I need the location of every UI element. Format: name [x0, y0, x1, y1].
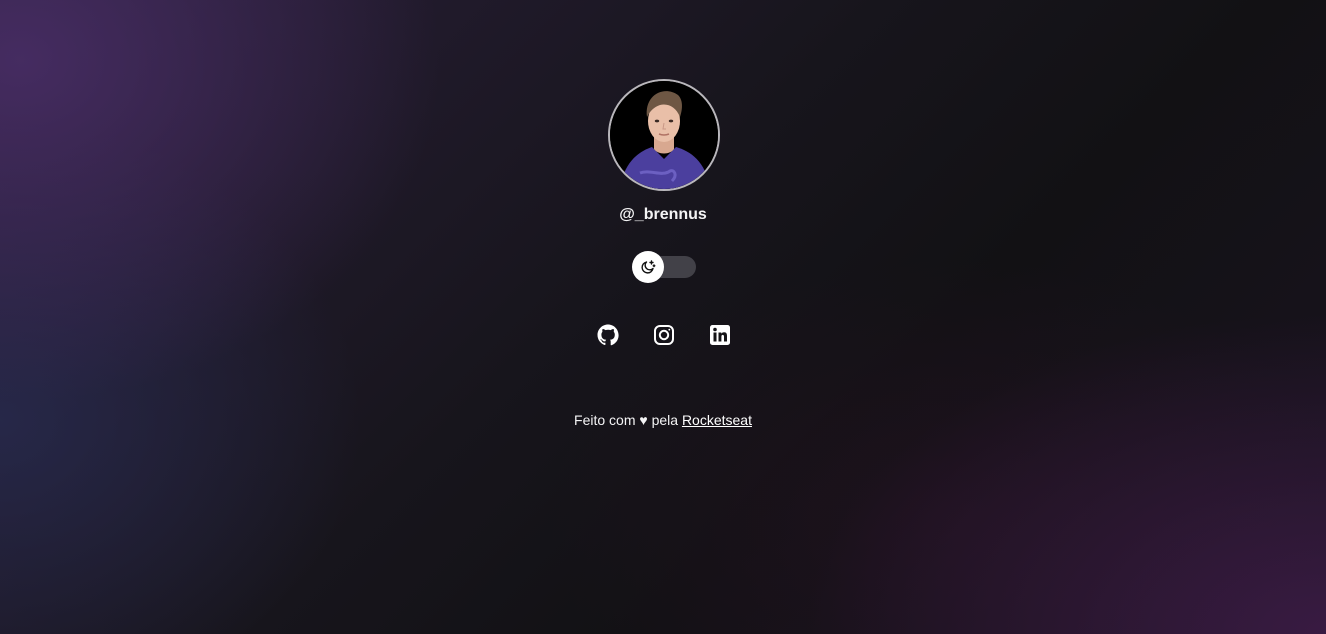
- instagram-link[interactable]: [648, 319, 680, 351]
- footer-prefix: Feito com: [574, 412, 636, 428]
- linkedin-icon: [710, 325, 730, 345]
- footer-middle: pela: [651, 412, 679, 428]
- profile-card: @_brennus Feito com ♥ pela Rocketseat: [0, 0, 1326, 634]
- heart-icon: ♥: [639, 412, 648, 428]
- theme-toggle[interactable]: [632, 251, 696, 283]
- linkedin-link[interactable]: [704, 319, 736, 351]
- moon-stars-icon: [641, 260, 656, 274]
- theme-toggle-knob[interactable]: [632, 251, 664, 283]
- social-links: [592, 319, 736, 351]
- avatar-photo: [610, 81, 718, 189]
- instagram-icon: [654, 325, 674, 345]
- github-link[interactable]: [592, 319, 624, 351]
- avatar: [608, 79, 720, 191]
- profile-handle: @_brennus: [619, 206, 707, 223]
- footer: Feito com ♥ pela Rocketseat: [0, 410, 1326, 430]
- rocketseat-link[interactable]: Rocketseat: [682, 412, 752, 428]
- github-icon: [597, 324, 619, 346]
